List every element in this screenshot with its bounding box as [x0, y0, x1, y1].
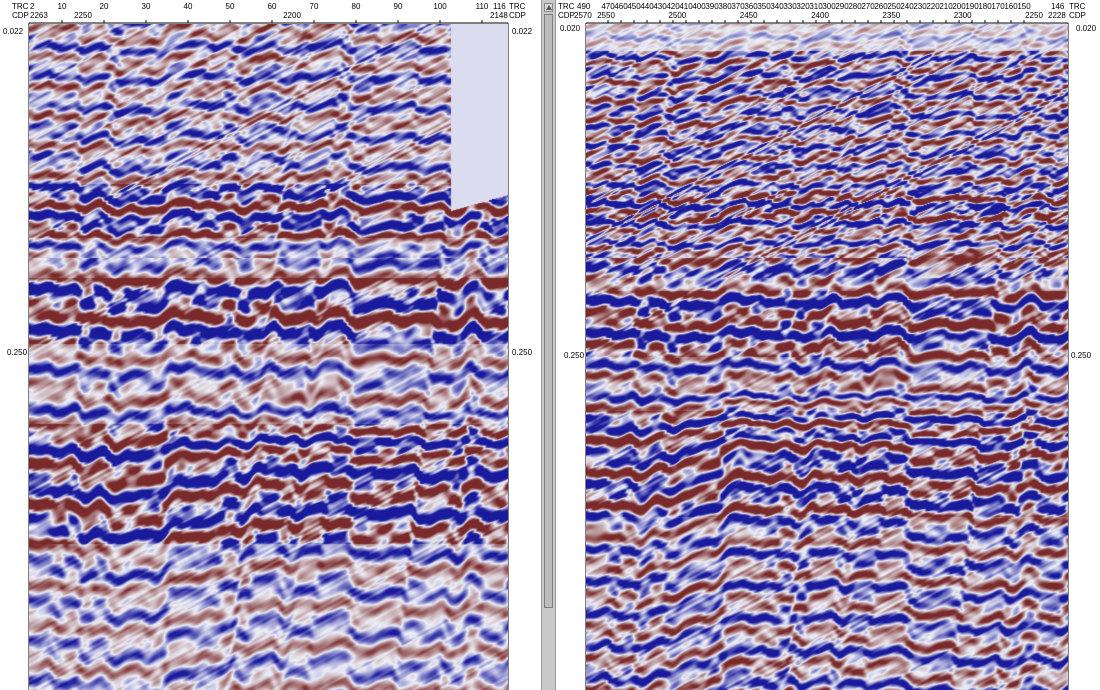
- left-trc-label-right: TRC: [509, 2, 526, 11]
- left-trc-tick-label: 90: [394, 2, 403, 11]
- right-trc-label: TRC: [558, 2, 575, 11]
- scroll-up-arrow-icon[interactable]: [544, 3, 553, 12]
- right-time-mid-label-right: 0.250: [1071, 351, 1092, 360]
- left-cdp-end: 2148: [490, 11, 508, 20]
- right-time-top-label-right: 0.020: [1076, 24, 1097, 33]
- right-trc-tick-label: 190: [965, 2, 979, 11]
- left-time-mid-label: 0.250: [7, 348, 28, 357]
- right-trc-tick-label: 410: [679, 2, 693, 11]
- left-time-top-label: 0.022: [3, 27, 24, 36]
- right-trc-tick-label: 240: [900, 2, 914, 11]
- panel-splitter-scrollbar[interactable]: [541, 0, 556, 690]
- right-trc-tick-label: 330: [783, 2, 797, 11]
- right-cdp-tick-label: 2550: [597, 11, 615, 20]
- right-trc-label-right: TRC: [1069, 2, 1086, 11]
- right-trc-end: 146: [1051, 2, 1065, 11]
- left-trc-tick-label: 60: [268, 2, 277, 11]
- right-trc-tick-label: 290: [835, 2, 849, 11]
- left-cdp-label: CDP: [12, 11, 29, 20]
- right-trc-tick-label: 270: [861, 2, 875, 11]
- right-trc-tick-label: 430: [653, 2, 667, 11]
- left-trc-tick-label: 100: [433, 2, 447, 11]
- right-trc-tick-label: 360: [744, 2, 758, 11]
- right-cdp-tick-label: 2300: [954, 11, 972, 20]
- right-trc-tick-label: 150: [1017, 2, 1031, 11]
- right-trc-tick-label: 370: [731, 2, 745, 11]
- right-trc-tick-label: 310: [809, 2, 823, 11]
- left-trc-tick-label: 30: [142, 2, 151, 11]
- right-trc-tick-label: 280: [848, 2, 862, 11]
- left-trc-tick-label: 50: [226, 2, 235, 11]
- right-cdp-tick-label: 2450: [740, 11, 758, 20]
- right-trc-tick-label: 260: [874, 2, 888, 11]
- left-trc-start: 2: [30, 2, 35, 11]
- right-cdp-end: 2228: [1048, 11, 1066, 20]
- right-trc-tick-label: 350: [757, 2, 771, 11]
- left-trc-tick-label: 110: [476, 2, 489, 11]
- left-cdp-label-right: CDP: [509, 11, 526, 20]
- right-cdp-label-right: CDP: [1069, 11, 1086, 20]
- left-seismic-section[interactable]: [29, 24, 508, 690]
- right-time-top-label: 0.020: [560, 24, 581, 33]
- left-trc-tick-label: 70: [310, 2, 319, 11]
- right-trc-tick-label: 170: [991, 2, 1005, 11]
- right-cdp-tick-label: 2500: [668, 11, 686, 20]
- right-trc-tick-label: 200: [952, 2, 966, 11]
- right-cdp-label: CDP: [558, 11, 575, 20]
- left-trc-tick-label: 10: [58, 2, 67, 11]
- right-trc-tick-label: 160: [1004, 2, 1018, 11]
- right-trc-tick-label: 220: [926, 2, 940, 11]
- right-cdp-tick-label: 2400: [811, 11, 829, 20]
- right-trc-tick-label: 230: [913, 2, 927, 11]
- right-trc-tick-label: 180: [978, 2, 992, 11]
- right-trc-tick-label: 420: [666, 2, 680, 11]
- left-time-mid-label-right: 0.250: [512, 348, 533, 357]
- left-trc-tick-label: 40: [184, 2, 193, 11]
- right-trc-tick-label: 400: [692, 2, 706, 11]
- right-seismic-panel: TRC CDP 490 2570 470 460 450 440 430 420 410 40…: [556, 0, 1100, 690]
- right-cdp-tick-label: 2350: [882, 11, 900, 20]
- right-trc-tick-label: 390: [705, 2, 719, 11]
- right-trc-tick-label: 460: [614, 2, 628, 11]
- left-trc-end: 116: [493, 2, 506, 11]
- left-cdp-start: 2263: [30, 11, 48, 20]
- right-trc-tick-label: 470: [601, 2, 615, 11]
- splitter-thumb[interactable]: [544, 14, 553, 608]
- right-time-mid-label: 0.250: [564, 351, 585, 360]
- right-cdp-start: 2570: [574, 11, 592, 20]
- right-trc-start: 490: [577, 2, 591, 11]
- right-trc-tick-label: 320: [796, 2, 810, 11]
- right-seismic-section[interactable]: [586, 24, 1068, 690]
- left-cdp-tick-label: 2200: [283, 11, 301, 20]
- left-trc-tick-label: 20: [100, 2, 109, 11]
- right-trc-tick-label: 340: [770, 2, 784, 11]
- left-trc-label: TRC: [12, 2, 29, 11]
- right-cdp-tick-label: 2250: [1025, 11, 1043, 20]
- right-trc-tick-label: 300: [822, 2, 836, 11]
- right-trc-tick-label: 380: [718, 2, 732, 11]
- right-trc-tick-label: 210: [939, 2, 953, 11]
- left-time-top-label-right: 0.022: [512, 27, 533, 36]
- right-trc-tick-label: 450: [627, 2, 641, 11]
- left-trc-tick-label: 80: [352, 2, 361, 11]
- right-trc-tick-label: 440: [640, 2, 654, 11]
- left-cdp-tick-label: 2250: [74, 11, 92, 20]
- left-seismic-panel: TRC CDP 2 2263 10 20 30 40 50 60 70 80 90 100 110 …: [0, 0, 541, 690]
- right-trc-tick-label: 250: [887, 2, 901, 11]
